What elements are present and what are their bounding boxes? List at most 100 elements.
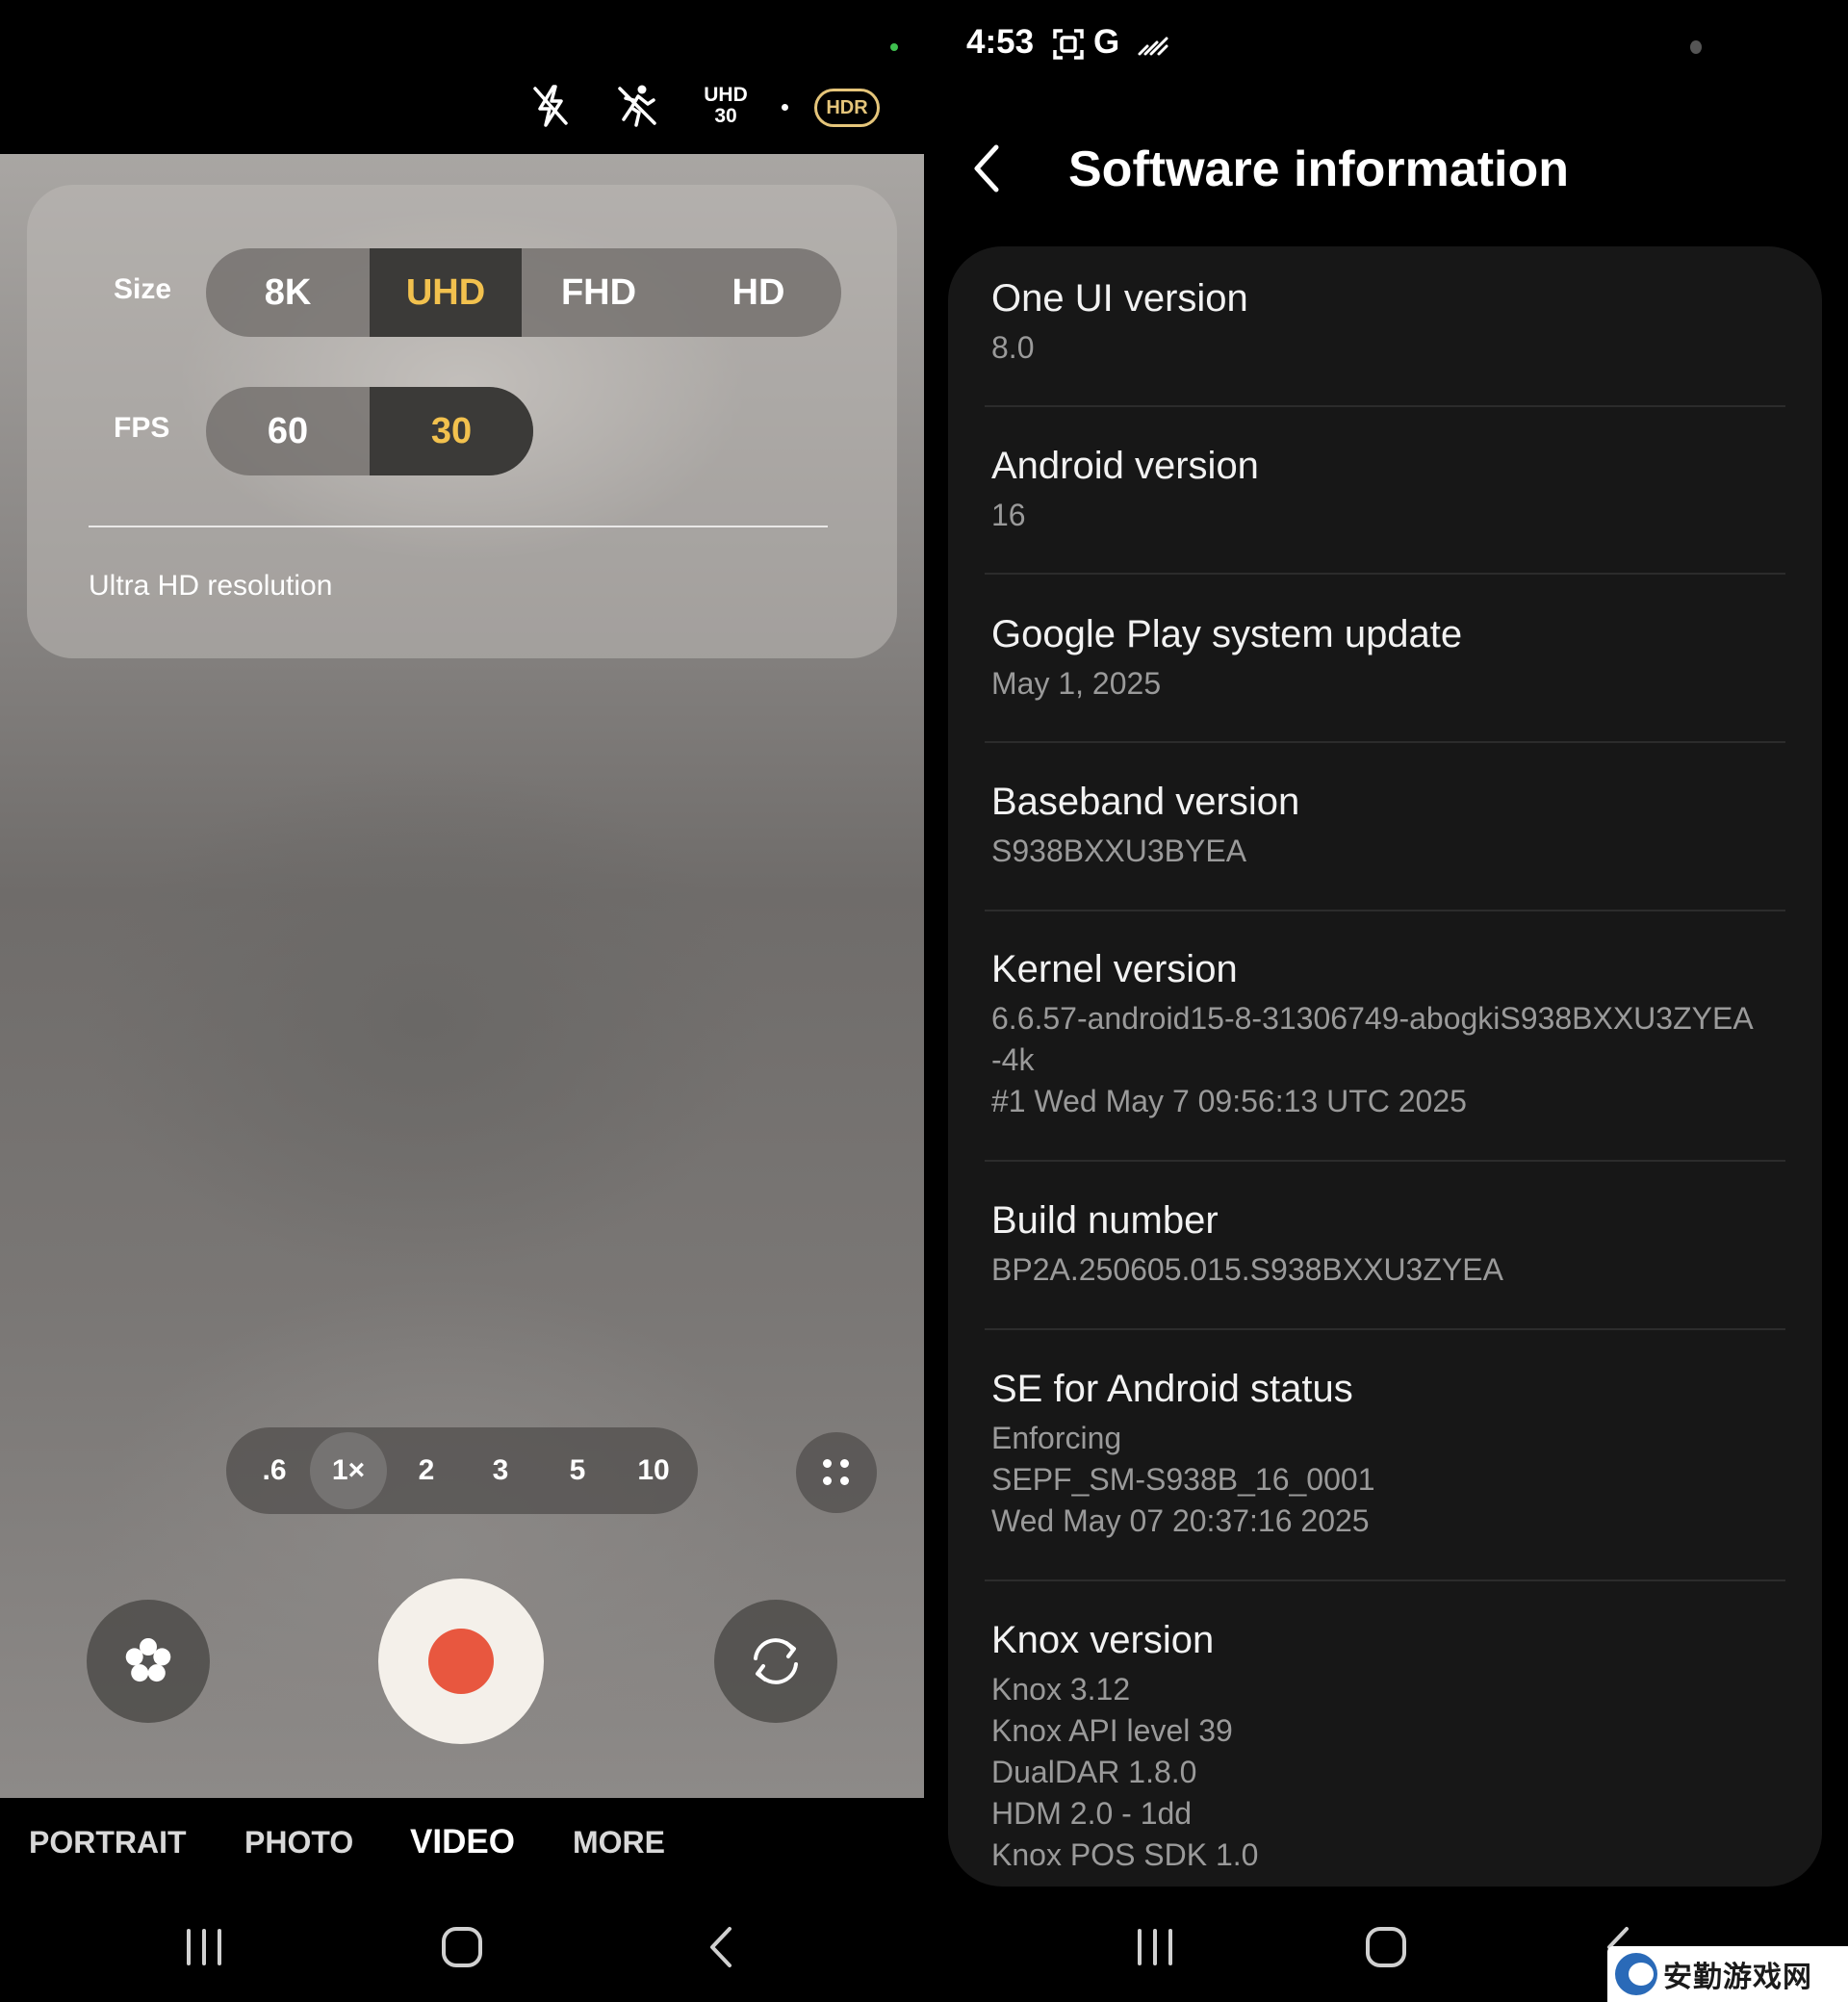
record-button[interactable] — [378, 1578, 544, 1744]
item-title: Knox version — [991, 1619, 1215, 1661]
fps-selector: 60 30 — [206, 387, 533, 475]
list-item-android-version[interactable]: Android version 16 — [991, 441, 1790, 536]
zoom-1x[interactable]: 1× — [310, 1432, 387, 1509]
fps-indicator: 30 — [714, 105, 737, 127]
resolution-indicator: UHD — [704, 84, 748, 106]
fps-option-30[interactable]: 30 — [370, 387, 533, 475]
list-item-google-play-update[interactable]: Google Play system update May 1, 2025 — [991, 609, 1790, 705]
item-value: Knox API level 39 — [991, 1713, 1233, 1748]
recents-icon[interactable] — [175, 1923, 233, 1971]
recents-icon[interactable] — [1126, 1923, 1184, 1971]
item-value: S938BXXU3BYEA — [991, 834, 1247, 868]
list-item-build-number[interactable]: Build number BP2A.250605.015.S938BXXU3ZY… — [991, 1195, 1790, 1291]
effects-button[interactable] — [87, 1600, 210, 1723]
zoom-3[interactable]: 3 — [462, 1432, 539, 1509]
item-title: Google Play system update — [991, 613, 1463, 655]
item-value: 16 — [991, 498, 1026, 532]
navigation-bar — [0, 1890, 924, 2002]
list-item-knox-version[interactable]: Knox version Knox 3.12 Knox API level 39… — [991, 1615, 1790, 1876]
mode-video[interactable]: VIDEO — [410, 1823, 515, 1861]
zoom-5[interactable]: 5 — [539, 1432, 616, 1509]
dot — [840, 1459, 849, 1468]
item-title: Kernel version — [991, 948, 1238, 990]
camera-mode-bar: PORTRAIT PHOTO VIDEO MORE — [0, 1798, 924, 1890]
item-value: Knox POS SDK 1.0 — [991, 1837, 1259, 1872]
list-item-baseband-version[interactable]: Baseband version S938BXXU3BYEA — [991, 777, 1790, 872]
divider — [985, 910, 1785, 911]
item-value: Enforcing — [991, 1421, 1122, 1455]
dot — [823, 1476, 832, 1485]
back-button[interactable] — [953, 135, 1020, 202]
mode-portrait[interactable]: PORTRAIT — [29, 1825, 187, 1861]
list-item-se-android-status[interactable]: SE for Android status Enforcing SEPF_SM-… — [991, 1364, 1790, 1542]
panel-divider — [89, 526, 828, 527]
privacy-indicator-dot — [890, 43, 898, 51]
divider — [985, 405, 1785, 407]
home-icon[interactable] — [1357, 1923, 1415, 1971]
divider — [985, 1579, 1785, 1581]
fps-label: FPS — [114, 412, 170, 444]
item-value: Knox 3.12 — [991, 1672, 1131, 1707]
signal-icon — [1136, 27, 1170, 62]
divider — [985, 741, 1785, 743]
divider — [985, 573, 1785, 575]
battery-indicator — [1690, 40, 1702, 54]
item-title: Android version — [991, 445, 1259, 487]
fps-option-60[interactable]: 60 — [206, 387, 370, 475]
mode-photo[interactable]: PHOTO — [244, 1825, 353, 1861]
list-item-kernel-version[interactable]: Kernel version 6.6.57-android15-8-313067… — [991, 944, 1790, 1122]
camera-app: UHD 30 HDR Size 8K UHD FHD HD FPS 60 30 … — [0, 0, 924, 2002]
item-title: Build number — [991, 1199, 1219, 1242]
item-value: BP2A.250605.015.S938BXXU3ZYEA — [991, 1252, 1503, 1287]
video-format-indicator[interactable]: UHD 30 — [697, 85, 755, 127]
resolution-caption: Ultra HD resolution — [89, 570, 333, 602]
size-option-uhd[interactable]: UHD — [370, 248, 522, 337]
separator-dot — [782, 104, 788, 111]
size-option-8k[interactable]: 8K — [206, 248, 370, 337]
status-carrier: G — [1093, 23, 1120, 61]
divider — [985, 1160, 1785, 1162]
switch-camera-icon — [754, 1638, 798, 1684]
zoom-selector: .6 1× 2 3 5 10 — [226, 1427, 698, 1514]
watermark-logo-icon — [1615, 1953, 1657, 1995]
item-value: -4k — [991, 1042, 1035, 1077]
status-time: 4:53 — [966, 23, 1035, 61]
page-title: Software information — [1068, 141, 1570, 197]
camera-options-button[interactable] — [796, 1432, 877, 1513]
flash-off-icon[interactable] — [526, 81, 576, 131]
screenshot-icon — [1051, 27, 1086, 62]
dot — [823, 1459, 832, 1468]
item-value: HDM 2.0 - 1dd — [991, 1796, 1193, 1831]
motion-off-icon[interactable] — [612, 81, 662, 131]
zoom-10[interactable]: 10 — [615, 1432, 692, 1509]
item-value: 8.0 — [991, 330, 1035, 365]
size-option-fhd[interactable]: FHD — [522, 248, 676, 337]
item-value: May 1, 2025 — [991, 666, 1162, 701]
size-option-hd[interactable]: HD — [676, 248, 841, 337]
home-icon[interactable] — [433, 1923, 491, 1971]
item-value: DualDAR 1.8.0 — [991, 1755, 1197, 1789]
watermark-text: 安勤游戏网 — [1663, 1962, 1812, 1993]
size-label: Size — [114, 273, 172, 305]
item-value: #1 Wed May 7 09:56:13 UTC 2025 — [991, 1084, 1467, 1118]
item-title: Baseband version — [991, 781, 1300, 823]
divider — [985, 1328, 1785, 1330]
dot — [840, 1476, 849, 1485]
settings-app: 4:53 G Software information One UI versi… — [924, 0, 1848, 2002]
back-icon[interactable] — [691, 1923, 749, 1971]
item-title: SE for Android status — [991, 1368, 1353, 1410]
software-info-list: One UI version 8.0 Android version 16 Go… — [948, 246, 1822, 1886]
chevron-left-icon — [974, 144, 999, 192]
mode-more[interactable]: MORE — [573, 1825, 665, 1861]
switch-camera-button[interactable] — [714, 1600, 837, 1723]
item-title: One UI version — [991, 277, 1248, 320]
hdr-toggle[interactable]: HDR — [814, 89, 880, 127]
list-item-one-ui-version[interactable]: One UI version 8.0 — [991, 273, 1790, 369]
zoom-2[interactable]: 2 — [388, 1432, 465, 1509]
item-value: SEPF_SM-S938B_16_0001 — [991, 1462, 1375, 1497]
zoom-0.6[interactable]: .6 — [236, 1432, 313, 1509]
record-icon — [428, 1629, 494, 1694]
item-value: 6.6.57-android15-8-31306749-abogkiS938BX… — [991, 1001, 1754, 1036]
flower-icon — [125, 1638, 171, 1682]
camera-top-bar: UHD 30 HDR — [0, 0, 924, 154]
